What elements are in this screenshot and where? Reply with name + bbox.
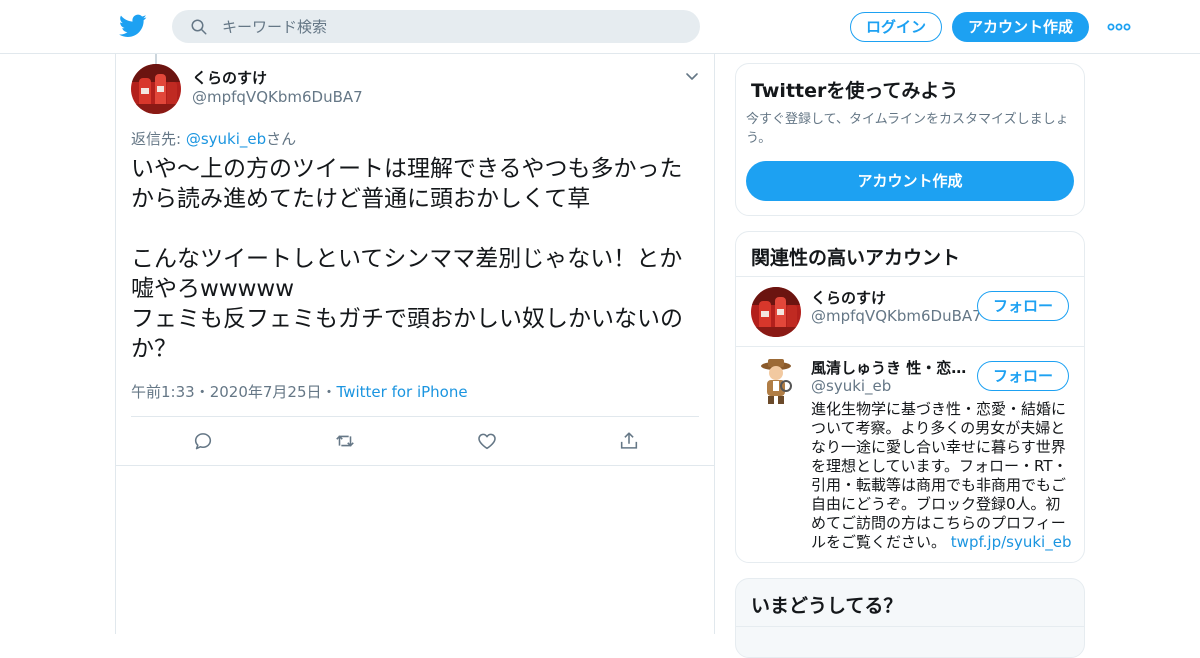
reply-icon[interactable] (192, 430, 214, 452)
reply-suffix: さん (266, 130, 297, 148)
divider (736, 346, 1084, 347)
related-account-bio: 進化生物学に基づき性・恋愛・結婚について考察。より多くの男女が夫婦となり一途に愛… (811, 400, 1073, 552)
related-account-handle[interactable]: @mpfqVQKbm6DuBA7 (811, 307, 982, 325)
meta-separator: ・ (194, 383, 210, 401)
chevron-down-icon[interactable] (684, 69, 700, 85)
signup-card-description: 今すぐ登録して、タイムラインをカスタマイズしましょう。 (746, 112, 1069, 146)
like-icon[interactable] (476, 430, 498, 452)
top-navigation-bar: ログイン アカウント作成 (0, 0, 1200, 54)
more-options-icon[interactable] (1106, 14, 1132, 40)
tweet-text: いや〜上の方のツイートは理解できるやつも多かったから読み進めてたけど普通に頭おか… (131, 156, 683, 362)
divider (736, 626, 1084, 627)
follow-button[interactable]: フォロー (977, 291, 1069, 321)
avatar-image (131, 64, 181, 114)
meta-separator: ・ (321, 383, 337, 401)
related-account-avatar[interactable] (751, 356, 801, 406)
reply-mention-link[interactable]: @syuki_eb (186, 130, 266, 148)
signup-card-button[interactable]: アカウント作成 (746, 161, 1074, 201)
bio-link[interactable]: twpf.jp/syuki_eb (951, 533, 1072, 551)
search-box[interactable] (172, 10, 700, 43)
reply-to-line: 返信先: @syuki_ebさん (131, 128, 296, 149)
tweet-metadata: 午前1:33・2020年7月25日・Twitter for iPhone (131, 381, 468, 402)
tweet-date: 2020年7月25日 (209, 383, 322, 401)
signup-card-title: Twitterを使ってみよう (751, 80, 959, 102)
related-account-handle[interactable]: @syuki_eb (811, 377, 891, 395)
tweet-time[interactable]: 午前1:33 (131, 383, 195, 401)
avatar-image (751, 356, 801, 406)
related-account-name[interactable]: 風清しゅうき 性・恋… (811, 357, 971, 378)
divider (736, 276, 1084, 277)
retweet-icon[interactable] (334, 430, 356, 452)
login-button[interactable]: ログイン (850, 12, 942, 42)
trends-card: いまどうしてる？ (735, 578, 1085, 658)
bio-text: 進化生物学に基づき性・恋愛・結婚について考察。より多くの男女が夫婦となり一途に愛… (811, 400, 1068, 551)
follow-button[interactable]: フォロー (977, 361, 1069, 391)
related-account-name[interactable]: くらのすけ (811, 287, 961, 308)
author-avatar[interactable] (131, 64, 181, 114)
trends-title: いまどうしてる？ (751, 595, 903, 617)
tweet-detail: くらのすけ @mpfqVQKbm6DuBA7 返信先: @syuki_ebさん … (116, 54, 714, 466)
author-name[interactable]: くらのすけ (192, 67, 267, 88)
tweet-source-link[interactable]: Twitter for iPhone (337, 383, 468, 401)
related-accounts-card: 関連性の高いアカウント くらのすけ @mpfqVQKbm6DuBA7 フォロー (735, 231, 1085, 563)
divider (131, 416, 699, 417)
related-account-avatar[interactable] (751, 287, 801, 337)
signup-button[interactable]: アカウント作成 (952, 12, 1089, 42)
twitter-bird-logo-icon[interactable] (119, 12, 147, 40)
signup-prompt-card: Twitterを使ってみよう 今すぐ登録して、タイムラインをカスタマイズしましょ… (735, 63, 1085, 216)
search-icon (191, 19, 207, 35)
reply-prefix: 返信先: (131, 130, 186, 148)
related-accounts-title: 関連性の高いアカウント (751, 247, 961, 269)
avatar-image (751, 287, 801, 337)
main-column: くらのすけ @mpfqVQKbm6DuBA7 返信先: @syuki_ebさん … (115, 54, 715, 634)
search-input[interactable] (222, 10, 682, 43)
share-icon[interactable] (618, 430, 640, 452)
author-handle[interactable]: @mpfqVQKbm6DuBA7 (192, 88, 363, 106)
